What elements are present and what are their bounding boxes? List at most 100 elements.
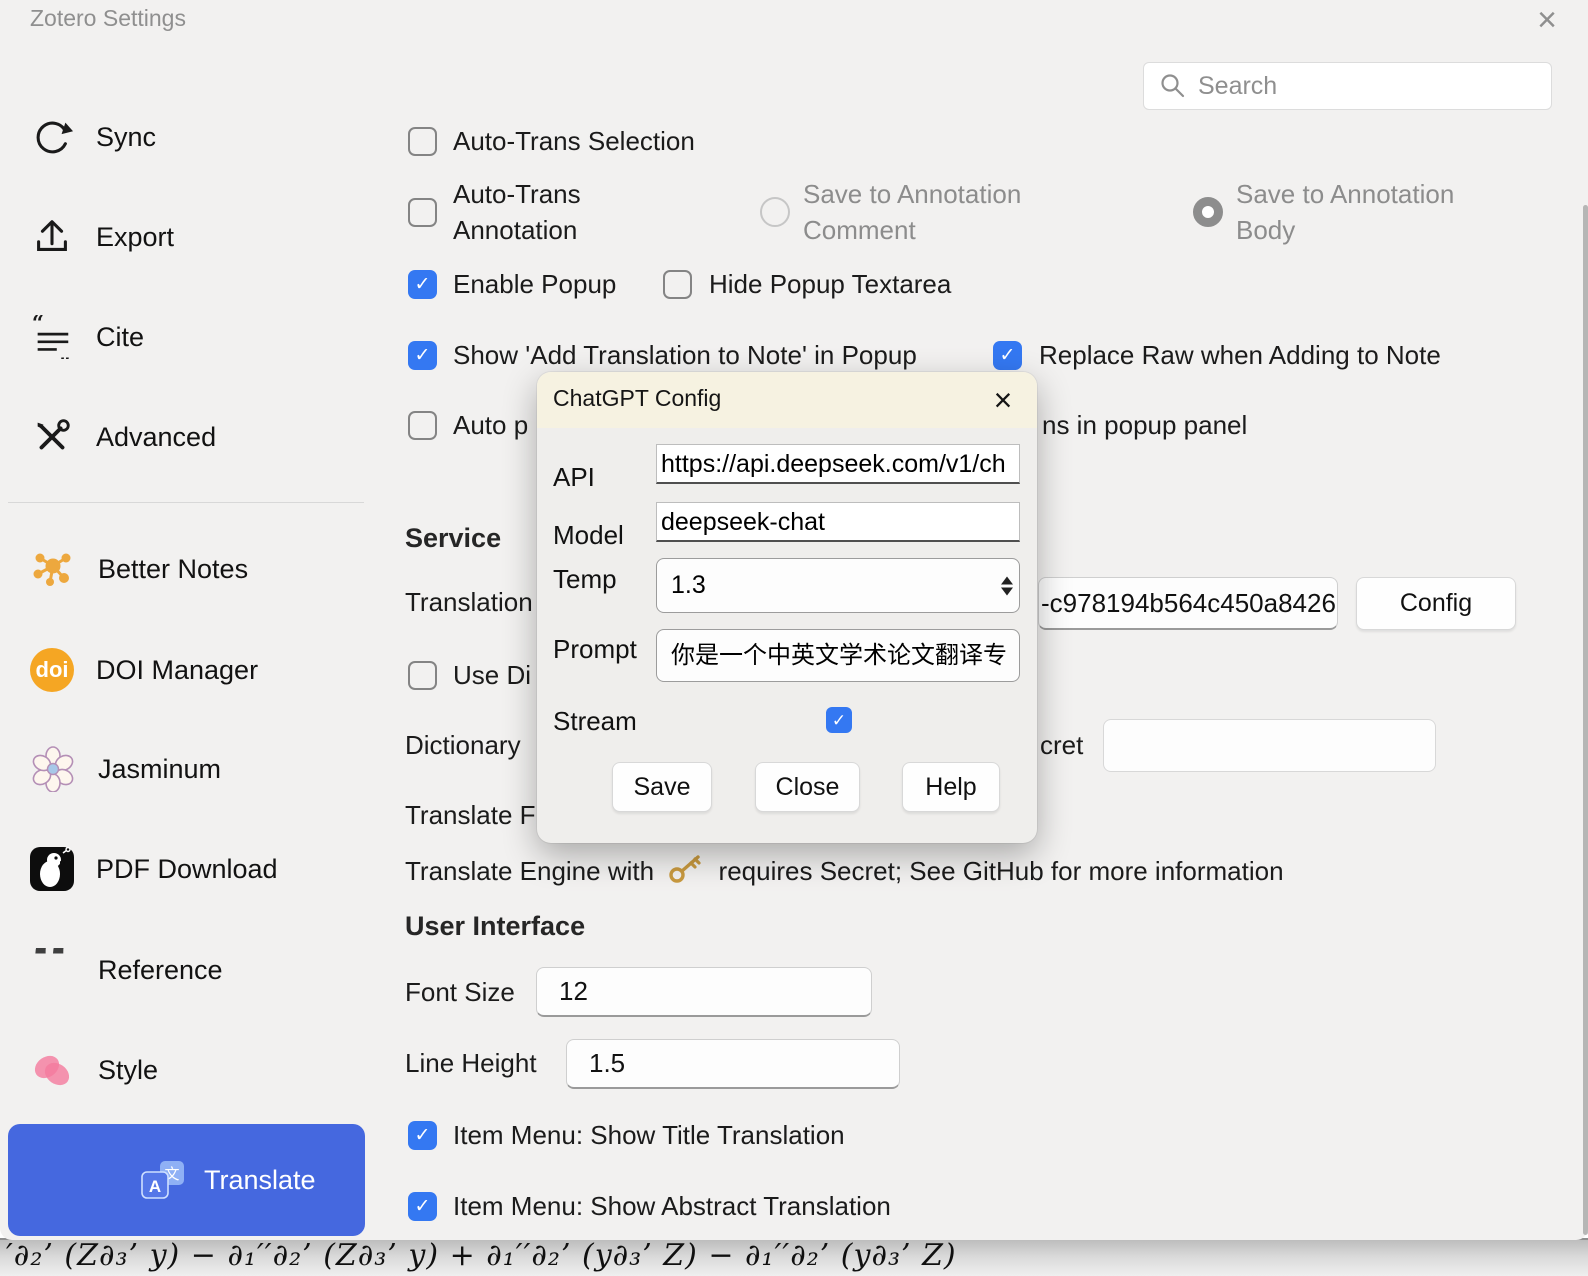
doi-badge-text: doi [36, 657, 69, 683]
help-button[interactable]: Help [902, 762, 1000, 812]
number-spinner-icon[interactable] [1001, 576, 1013, 595]
check-icon: ✓ [415, 275, 431, 294]
svg-text:„: „ [59, 341, 71, 359]
enable-popup-label: Enable Popup [453, 266, 616, 302]
item-menu-abstract-checkbox[interactable]: ✓ [408, 1192, 437, 1221]
popup-panel-label-partial: ns in popup panel [1042, 407, 1247, 443]
check-icon: ✓ [415, 1126, 431, 1145]
replace-raw-checkbox[interactable]: ✓ [993, 341, 1022, 370]
sidebar-item-translate-selected[interactable]: 文 A Translate [8, 1124, 365, 1236]
check-icon: ✓ [832, 711, 846, 730]
better-notes-icon [30, 546, 76, 592]
service-heading: Service [405, 520, 501, 556]
model-input[interactable]: deepseek-chat [656, 502, 1020, 542]
use-dict-label-partial: Use Di [453, 657, 531, 693]
save-to-annotation-body-radio[interactable] [1193, 197, 1223, 227]
close-button[interactable]: Close [755, 762, 860, 812]
enable-popup-checkbox[interactable]: ✓ [408, 270, 437, 299]
engine-note: Translate Engine with requires Secret; S… [405, 853, 1284, 889]
stream-checkbox[interactable]: ✓ [826, 707, 852, 733]
zotero-settings-window: Zotero Settings × Search Sync Export “ „ [0, 0, 1588, 1240]
check-icon: ✓ [1000, 346, 1016, 365]
window-title: Zotero Settings [30, 5, 186, 32]
config-button[interactable]: Config [1356, 577, 1516, 630]
sidebar-item-jasminum[interactable]: Jasminum [30, 737, 221, 801]
dialog-header[interactable]: ChatGPT Config × [537, 372, 1037, 428]
save-to-annotation-body-label: Save to Annotation Body [1236, 176, 1454, 248]
key-icon [669, 854, 703, 884]
sidebar-item-export[interactable]: Export [30, 205, 174, 269]
sidebar-label: Reference [98, 955, 223, 986]
sidebar-label: Sync [96, 122, 156, 153]
auto-trans-selection-checkbox[interactable] [408, 127, 437, 156]
dictionary-label: Dictionary [405, 727, 521, 763]
font-size-label: Font Size [405, 974, 515, 1010]
use-dict-checkbox[interactable] [408, 661, 437, 690]
svg-text:“: “ [32, 315, 44, 335]
item-menu-title-label: Item Menu: Show Title Translation [453, 1117, 845, 1153]
save-to-annotation-comment-radio[interactable] [760, 197, 790, 227]
math-formula: ′∂₂’ (Z∂₃’ y) − ∂₁′′∂₂’ (Z∂₃’ y) + ∂₁′′∂… [6, 1238, 957, 1273]
scrollbar[interactable] [1583, 205, 1588, 1235]
prompt-input[interactable]: 你是一个中英文学术论文翻译专 [656, 629, 1020, 682]
translation-label: Translation [405, 584, 533, 620]
sidebar-item-better-notes[interactable]: Better Notes [30, 537, 248, 601]
temp-value: 1.3 [671, 571, 706, 599]
doi-icon: doi [30, 648, 74, 692]
quote-icon: “ [30, 948, 76, 992]
temp-input[interactable]: 1.3 [656, 558, 1020, 613]
window-close-icon[interactable]: × [1522, 0, 1572, 42]
screen: { "window": { "title": "Zotero Settings"… [0, 0, 1588, 1274]
item-menu-title-checkbox[interactable]: ✓ [408, 1121, 437, 1150]
engine-note-pre: Translate Engine with [405, 856, 654, 886]
translation-secret-field[interactable]: -c978194b564c450a8426 [1038, 577, 1338, 630]
sync-icon [30, 115, 74, 159]
petals-icon [30, 1047, 76, 1093]
temp-label: Temp [553, 564, 617, 595]
api-label: API [553, 462, 595, 493]
save-button[interactable]: Save [612, 762, 712, 812]
sidebar-item-sync[interactable]: Sync [30, 105, 156, 169]
sidebar-item-style[interactable]: Style [30, 1038, 158, 1102]
search-icon [1160, 73, 1186, 99]
api-input[interactable]: https://api.deepseek.com/v1/ch [656, 444, 1020, 484]
engine-note-post: requires Secret; See GitHub for more inf… [719, 856, 1284, 886]
line-height-input[interactable]: 1.5 [566, 1039, 900, 1089]
line-height-label: Line Height [405, 1045, 537, 1081]
model-label: Model [553, 520, 624, 551]
sidebar-item-cite[interactable]: “ „ Cite [30, 305, 144, 369]
export-icon [30, 215, 74, 259]
sidebar-label: Jasminum [98, 754, 221, 785]
flower-icon [30, 746, 76, 792]
hide-popup-textarea-checkbox[interactable] [663, 270, 692, 299]
sidebar-divider [8, 502, 364, 503]
auto-trans-selection-label: Auto-Trans Selection [453, 123, 695, 159]
check-icon: ✓ [415, 1197, 431, 1216]
font-size-input[interactable]: 12 [536, 967, 872, 1017]
sidebar-item-pdf-download[interactable]: PDF Download [30, 837, 278, 901]
background-document-strip: ′∂₂’ (Z∂₃’ y) − ∂₁′′∂₂’ (Z∂₃’ y) + ∂₁′′∂… [0, 1238, 1588, 1276]
sidebar-label: Export [96, 222, 174, 253]
sidebar-item-advanced[interactable]: Advanced [30, 405, 216, 469]
auto-popup-label-partial: Auto p [453, 407, 528, 443]
show-add-translation-checkbox[interactable]: ✓ [408, 341, 437, 370]
dictionary-secret-input[interactable] [1103, 719, 1436, 772]
search-input[interactable]: Search [1143, 62, 1552, 110]
search-placeholder: Search [1198, 72, 1277, 101]
stream-label: Stream [553, 706, 637, 737]
sidebar-label: DOI Manager [96, 655, 258, 686]
prompt-label: Prompt [553, 634, 637, 665]
chatgpt-config-dialog: ChatGPT Config × API https://api.deepsee… [537, 372, 1037, 843]
translate-f-label-partial: Translate F [405, 797, 536, 833]
secret-label-partial: cret [1040, 727, 1083, 763]
sidebar-item-doi-manager[interactable]: doi DOI Manager [30, 638, 258, 702]
auto-popup-checkbox[interactable] [408, 411, 437, 440]
auto-trans-annotation-checkbox[interactable] [408, 198, 437, 227]
show-add-translation-label: Show 'Add Translation to Note' in Popup [453, 337, 917, 373]
sidebar-label: Translate [204, 1165, 316, 1196]
check-icon: ✓ [415, 346, 431, 365]
dialog-close-icon[interactable]: × [983, 378, 1023, 422]
dialog-title: ChatGPT Config [553, 385, 721, 412]
svg-text:A: A [149, 1177, 161, 1196]
sidebar-item-reference[interactable]: “ Reference [30, 938, 223, 1002]
